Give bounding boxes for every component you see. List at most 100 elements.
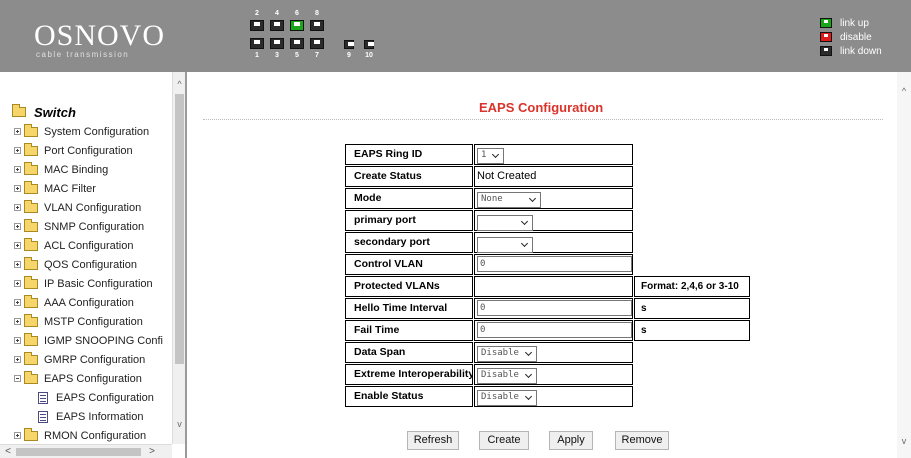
sidebar-item-acl-configuration[interactable]: ACL Configuration	[0, 236, 172, 255]
port-8-icon[interactable]	[310, 20, 324, 32]
sidebar-item-rmon-configuration[interactable]: RMON Configuration	[0, 426, 172, 444]
mode-select[interactable]: None	[477, 191, 541, 208]
sidebar-item-igmp-snooping[interactable]: IGMP SNOOPING Confi	[0, 331, 172, 350]
expand-icon[interactable]	[14, 299, 21, 306]
field-label: Hello Time Interval	[345, 298, 473, 319]
sidebar-item-ip-basic-configuration[interactable]: IP Basic Configuration	[0, 274, 172, 293]
extreme-interoperability-select[interactable]: Disable	[477, 367, 537, 384]
collapse-icon[interactable]	[14, 375, 21, 382]
port-6-icon[interactable]	[290, 20, 304, 32]
port-number-7: 7	[315, 52, 319, 59]
eaps-ring-id-select[interactable]: 1	[477, 147, 505, 164]
sfp-port-10-icon[interactable]	[364, 40, 378, 52]
port-number-9: 9	[347, 52, 351, 59]
secondary-port-select[interactable]	[477, 237, 533, 253]
fail-time-input[interactable]: 0	[477, 322, 632, 338]
folder-icon	[24, 199, 38, 213]
sidebar-item-system-configuration[interactable]: System Configuration	[0, 122, 172, 141]
folder-icon	[24, 218, 38, 232]
scroll-right-arrow-icon[interactable]: >	[146, 445, 158, 458]
create-button[interactable]: Create	[479, 431, 529, 450]
scrollbar-thumb[interactable]	[175, 94, 184, 364]
scroll-up-arrow-icon[interactable]: ^	[174, 78, 185, 90]
sidebar-item-eaps-information-page[interactable]: EAPS Information	[0, 407, 172, 426]
hello-time-input[interactable]: 0	[477, 300, 632, 316]
sidebar-item-aaa-configuration[interactable]: AAA Configuration	[0, 293, 172, 312]
link-down-swatch-icon	[820, 46, 832, 56]
apply-button[interactable]: Apply	[549, 431, 593, 450]
port-7-icon[interactable]	[310, 38, 324, 50]
value-cell	[474, 210, 633, 231]
port-5-icon[interactable]	[290, 38, 304, 50]
value-cell: 0	[474, 320, 633, 341]
refresh-button[interactable]: Refresh	[407, 431, 459, 450]
expand-icon[interactable]	[14, 280, 21, 287]
protected-vlans-input[interactable]	[474, 276, 633, 297]
expand-icon[interactable]	[14, 185, 21, 192]
value-cell: Disable	[474, 342, 633, 363]
legend-link-up: link up	[820, 16, 882, 30]
sidebar-item-snmp-configuration[interactable]: SNMP Configuration	[0, 217, 172, 236]
scroll-up-arrow-icon[interactable]: ^	[898, 86, 910, 98]
primary-port-select[interactable]	[477, 215, 533, 231]
expand-icon[interactable]	[14, 166, 21, 173]
folder-icon	[24, 161, 38, 175]
port-number-1: 1	[255, 52, 259, 59]
sidebar-vertical-scrollbar[interactable]: ^ v	[172, 72, 185, 444]
expand-icon[interactable]	[14, 242, 21, 249]
expand-icon[interactable]	[14, 356, 21, 363]
control-vlan-input[interactable]: 0	[477, 256, 632, 272]
port-4-icon[interactable]	[270, 20, 284, 32]
sidebar-item-mstp-configuration[interactable]: MSTP Configuration	[0, 312, 172, 331]
folder-icon	[24, 332, 38, 346]
chevron-down-icon	[521, 241, 529, 249]
expand-icon[interactable]	[14, 432, 21, 439]
fail-time-unit: s	[634, 320, 750, 341]
sidebar-nav: Switch System Configuration Port Configu…	[0, 72, 187, 458]
port-number-2: 2	[255, 10, 259, 17]
sidebar-item-gmrp-configuration[interactable]: GMRP Configuration	[0, 350, 172, 369]
legend-label: link up	[840, 17, 869, 29]
field-label: Protected VLANs	[345, 276, 473, 297]
expand-icon[interactable]	[14, 147, 21, 154]
port-3-icon[interactable]	[270, 38, 284, 50]
sidebar-item-port-configuration[interactable]: Port Configuration	[0, 141, 172, 160]
scroll-left-arrow-icon[interactable]: <	[2, 445, 14, 458]
field-label: primary port	[345, 210, 473, 231]
sfp-port-9-icon[interactable]	[344, 40, 358, 52]
chevron-down-icon	[525, 372, 533, 380]
nav-tree: Switch System Configuration Port Configu…	[0, 72, 172, 444]
expand-icon[interactable]	[14, 204, 21, 211]
scroll-down-arrow-icon[interactable]: v	[174, 418, 185, 430]
enable-status-select[interactable]: Disable	[477, 389, 537, 406]
folder-icon	[24, 313, 38, 327]
main-vertical-scrollbar[interactable]: ^ v	[897, 72, 911, 458]
port-number-3: 3	[275, 52, 279, 59]
tree-root-switch[interactable]: Switch	[0, 102, 172, 122]
expand-icon[interactable]	[14, 223, 21, 230]
sidebar-item-eaps-configuration[interactable]: EAPS Configuration	[0, 369, 172, 388]
expand-icon[interactable]	[14, 128, 21, 135]
folder-icon	[24, 180, 38, 194]
expand-icon[interactable]	[14, 318, 21, 325]
sidebar-item-mac-filter[interactable]: MAC Filter	[0, 179, 172, 198]
remove-button[interactable]: Remove	[615, 431, 669, 450]
create-status-value: Not Created	[474, 166, 633, 187]
data-span-select[interactable]: Disable	[477, 345, 537, 362]
sidebar-item-mac-binding[interactable]: MAC Binding	[0, 160, 172, 179]
port-1-icon[interactable]	[250, 38, 264, 50]
legend-label: disable	[840, 31, 872, 43]
expand-icon[interactable]	[14, 337, 21, 344]
sidebar-item-qos-configuration[interactable]: QOS Configuration	[0, 255, 172, 274]
value-cell: Disable	[474, 386, 633, 407]
sidebar-item-eaps-configuration-page[interactable]: EAPS Configuration	[0, 388, 172, 407]
folder-icon	[24, 256, 38, 270]
sidebar-horizontal-scrollbar[interactable]: < >	[0, 444, 172, 458]
scroll-down-arrow-icon[interactable]: v	[898, 436, 910, 448]
port-2-icon[interactable]	[250, 20, 264, 32]
sidebar-item-vlan-configuration[interactable]: VLAN Configuration	[0, 198, 172, 217]
expand-icon[interactable]	[14, 261, 21, 268]
value-cell	[474, 232, 633, 253]
hello-time-unit: s	[634, 298, 750, 319]
scrollbar-thumb[interactable]	[16, 448, 141, 456]
